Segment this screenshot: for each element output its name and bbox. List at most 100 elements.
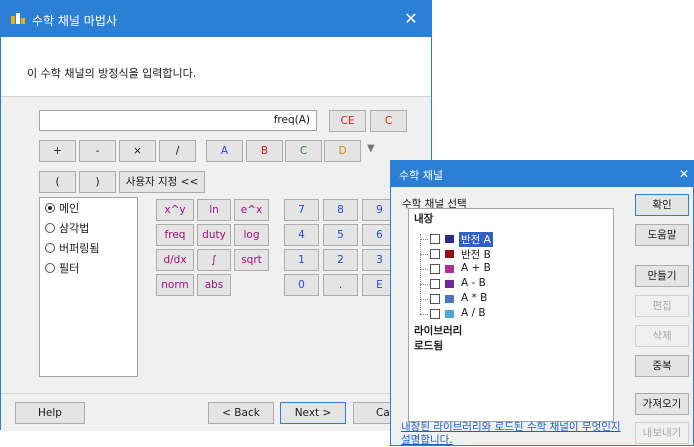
math-channel-tree: 내장 반전 A 반전 B A + B A - B A * B A / B 라이브…: [408, 208, 614, 422]
import-button[interactable]: 가져오기: [635, 393, 689, 415]
math-channel-dialog: 수학 채널 ✕ 수학 채널 선택 내장 반전 A 반전 B A + B A - …: [390, 160, 694, 446]
tree-branch: [420, 314, 428, 315]
channel-checkbox-inv-a[interactable]: [430, 234, 440, 244]
export-button: 내보내기: [635, 422, 689, 444]
color-swatch-icon: [445, 250, 454, 258]
tree-node-builtin[interactable]: 내장: [414, 211, 433, 226]
integral-button[interactable]: ∫: [197, 249, 231, 271]
channel-b-button[interactable]: B: [246, 140, 283, 162]
dialog-close-icon[interactable]: ✕: [679, 161, 693, 187]
duplicate-button[interactable]: 중복: [635, 355, 689, 377]
radio-label: 삼각법: [59, 222, 90, 235]
math-channel-wizard-window: 수학 채널 마법사 ✕ 이 수학 채널의 방정식을 입력합니다. freq(A)…: [0, 0, 432, 431]
delete-button: 삭제: [635, 325, 689, 347]
tree-branch: [420, 284, 428, 285]
dialog-title: 수학 채널: [399, 169, 443, 182]
custom-toggle-button[interactable]: 사용자 지정 <<: [119, 171, 205, 193]
abs-button[interactable]: abs: [197, 274, 231, 296]
wizard-footer: Help < Back Next > Ca: [1, 393, 431, 431]
wizard-titlebar: 수학 채널 마법사 ✕: [1, 1, 431, 37]
digit-0-button[interactable]: 0: [284, 274, 319, 296]
tree-item-a-div-b[interactable]: A / B: [461, 307, 486, 319]
sqrt-button[interactable]: sqrt: [234, 249, 269, 271]
norm-button[interactable]: norm: [156, 274, 194, 296]
tree-branch: [420, 254, 428, 255]
help-button[interactable]: Help: [15, 402, 85, 424]
radio-buffered[interactable]: 버퍼링됨: [45, 240, 99, 256]
create-button[interactable]: 만들기: [635, 265, 689, 287]
left-paren-button[interactable]: (: [39, 171, 76, 193]
color-swatch-icon: [445, 280, 454, 288]
channel-checkbox-a-div-b[interactable]: [430, 309, 440, 319]
duty-button[interactable]: duty: [197, 224, 231, 246]
next-button[interactable]: Next >: [280, 402, 346, 424]
log-button[interactable]: log: [234, 224, 269, 246]
tree-item-a-minus-b[interactable]: A - B: [461, 277, 486, 289]
tree-branch: [420, 269, 428, 270]
color-swatch-icon: [445, 295, 454, 303]
close-icon[interactable]: ✕: [391, 1, 431, 37]
tree-line: [420, 234, 421, 314]
exp-button[interactable]: e^x: [234, 199, 269, 221]
tree-item-a-times-b[interactable]: A * B: [461, 292, 487, 304]
tree-item-inv-a[interactable]: 반전 A: [459, 232, 493, 247]
wizard-app-icon: [11, 13, 25, 24]
expression-value: freq(A): [273, 114, 310, 126]
channel-checkbox-a-times-b[interactable]: [430, 294, 440, 304]
wizard-header: 이 수학 채널의 방정식을 입력합니다.: [1, 37, 431, 97]
radio-icon: [45, 223, 55, 233]
tree-item-a-plus-b[interactable]: A + B: [461, 262, 491, 274]
channel-d-button[interactable]: D: [324, 140, 361, 162]
power-button[interactable]: x^y: [156, 199, 194, 221]
minus-button[interactable]: -: [79, 140, 116, 162]
digit-2-button[interactable]: 2: [323, 249, 358, 271]
divide-button[interactable]: /: [159, 140, 196, 162]
radio-icon: [45, 243, 55, 253]
dialog-help-button[interactable]: 도움말: [635, 224, 689, 246]
digit-4-button[interactable]: 4: [284, 224, 319, 246]
digit-7-button[interactable]: 7: [284, 199, 319, 221]
tree-node-library[interactable]: 라이브러리: [414, 323, 462, 338]
color-swatch-icon: [445, 265, 454, 273]
ok-button[interactable]: 확인: [635, 194, 689, 216]
color-swatch-icon: [445, 310, 454, 318]
function-category-radio-group: 메인 삼각법 버퍼링됨 필터: [39, 197, 138, 377]
digit-8-button[interactable]: 8: [323, 199, 358, 221]
radio-icon: [45, 263, 55, 273]
explain-link[interactable]: 내장된 라이브러리와 로드된 수학 채널이 무엇인지 설명합니다.: [401, 421, 621, 447]
radio-selected-icon: [45, 203, 55, 213]
tree-branch: [420, 299, 428, 300]
back-button[interactable]: < Back: [208, 402, 274, 424]
radio-label: 메인: [59, 202, 80, 215]
radio-label: 버퍼링됨: [59, 242, 100, 255]
freq-button[interactable]: freq: [156, 224, 194, 246]
channel-checkbox-a-minus-b[interactable]: [430, 279, 440, 289]
channel-a-button[interactable]: A: [206, 140, 243, 162]
channel-dropdown-arrow-icon[interactable]: ▼: [367, 143, 375, 154]
expression-input[interactable]: freq(A): [39, 110, 317, 131]
ln-button[interactable]: ln: [197, 199, 231, 221]
multiply-button[interactable]: ×: [119, 140, 156, 162]
channel-c-button[interactable]: C: [285, 140, 322, 162]
tree-item-inv-b[interactable]: 반전 B: [461, 247, 491, 262]
radio-trigonometry[interactable]: 삼각법: [45, 220, 89, 236]
right-paren-button[interactable]: ): [79, 171, 116, 193]
digit-5-button[interactable]: 5: [323, 224, 358, 246]
derivative-button[interactable]: d/dx: [156, 249, 194, 271]
tree-node-loaded[interactable]: 로드됨: [414, 338, 443, 353]
digit-1-button[interactable]: 1: [284, 249, 319, 271]
edit-button: 편집: [635, 295, 689, 317]
instruction-text: 이 수학 채널의 방정식을 입력합니다.: [27, 67, 197, 80]
clear-button[interactable]: C: [370, 110, 407, 132]
radio-label: 필터: [59, 262, 80, 275]
radio-filter[interactable]: 필터: [45, 260, 79, 276]
radio-main[interactable]: 메인: [45, 200, 79, 216]
dialog-titlebar: 수학 채널 ✕: [391, 161, 693, 187]
color-swatch-icon: [445, 235, 454, 243]
tree-branch: [420, 239, 428, 240]
clear-entry-button[interactable]: CE: [329, 110, 366, 132]
decimal-point-button[interactable]: .: [323, 274, 358, 296]
plus-button[interactable]: +: [39, 140, 76, 162]
channel-checkbox-inv-b[interactable]: [430, 249, 440, 259]
channel-checkbox-a-plus-b[interactable]: [430, 264, 440, 274]
